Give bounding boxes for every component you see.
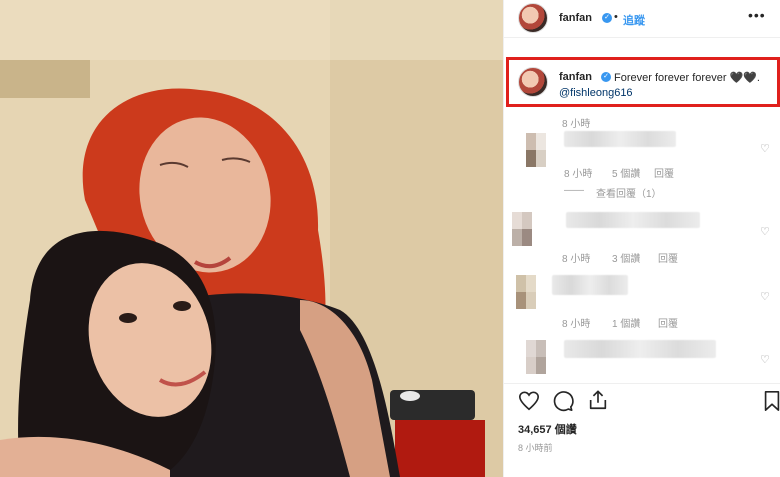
comment-likes[interactable]: 1 個讚 [612, 315, 640, 330]
caption-mention-link[interactable]: @fishleong616 [559, 87, 633, 99]
heart-icon[interactable] [518, 390, 540, 412]
blurred-comment-text [566, 212, 700, 228]
separator-dot: • [614, 11, 618, 23]
comment-avatar[interactable] [512, 212, 532, 246]
post-time-ago: 8 小時前 [518, 443, 553, 453]
comment-time: 8 小時 [562, 254, 591, 265]
blurred-comment-text [552, 275, 628, 295]
post-side-panel: fanfan ✓ • 追蹤 ••• fanfan ✓ Forever forev… [503, 0, 780, 477]
caption-time: 8 小時 [562, 119, 591, 130]
comment-heart-icon[interactable]: ♡ [760, 142, 770, 155]
avatar[interactable] [518, 3, 548, 33]
likes-count[interactable]: 34,657 個讚 [518, 421, 577, 437]
blurred-comment-text [564, 340, 716, 358]
photo-illustration [0, 0, 503, 477]
comment-reply-button[interactable]: 回覆 [654, 165, 674, 180]
actions-divider [504, 383, 780, 384]
comment-likes[interactable]: 5 個讚 [612, 165, 640, 180]
share-icon[interactable] [587, 389, 609, 411]
comment-likes[interactable]: 3 個讚 [612, 250, 640, 265]
header-username[interactable]: fanfan [559, 12, 592, 24]
view-replies-button[interactable]: 查看回覆（1） [596, 185, 662, 200]
verified-badge-icon: ✓ [601, 72, 611, 82]
post-photo [0, 0, 503, 477]
view-replies-line: —— [564, 185, 584, 196]
caption-username[interactable]: fanfan [559, 71, 592, 83]
comment-heart-icon[interactable]: ♡ [760, 225, 770, 238]
comment-time: 8 小時 [564, 169, 593, 180]
verified-badge-icon: ✓ [602, 13, 612, 23]
comment-heart-icon[interactable]: ♡ [760, 353, 770, 366]
follow-button[interactable]: 追蹤 [623, 12, 645, 28]
caption-avatar[interactable] [518, 67, 548, 97]
post-header: fanfan ✓ • 追蹤 ••• [504, 0, 780, 38]
comment-heart-icon[interactable]: ♡ [760, 290, 770, 303]
bookmark-icon[interactable] [762, 390, 780, 412]
blurred-comment-text [564, 131, 676, 147]
comment-avatar[interactable] [526, 133, 546, 167]
more-options-icon[interactable]: ••• [748, 7, 766, 23]
comment-reply-button[interactable]: 回覆 [658, 250, 678, 265]
comment-icon[interactable] [552, 390, 574, 412]
caption-text: Forever forever forever 🖤🖤. [614, 72, 760, 84]
comment-avatar[interactable] [526, 340, 546, 374]
comment-reply-button[interactable]: 回覆 [658, 315, 678, 330]
comment-avatar[interactable] [516, 275, 536, 309]
comment-time: 8 小時 [562, 319, 591, 330]
